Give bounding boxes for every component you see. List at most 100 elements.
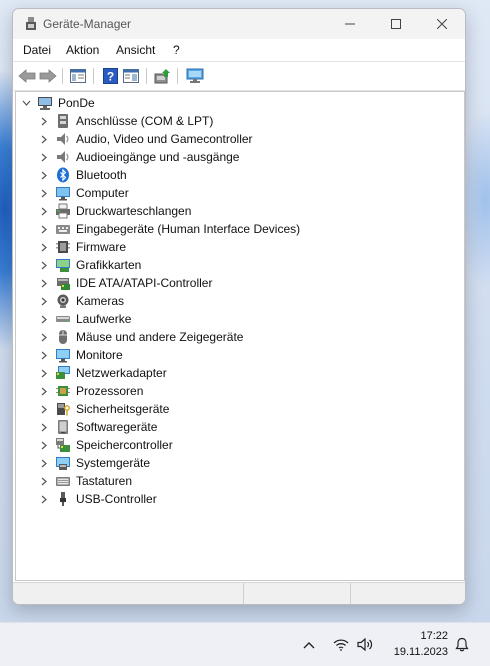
display-adapter-icon — [56, 259, 70, 272]
tree-item[interactable]: Speichercontroller — [16, 436, 456, 454]
action-pane-button[interactable] — [121, 66, 141, 86]
action-pane-icon — [123, 69, 139, 83]
expand-chevron-icon[interactable] — [39, 314, 49, 324]
volume-button[interactable] — [352, 623, 378, 666]
tree-item[interactable]: Bluetooth — [16, 166, 456, 184]
toolbar: ? — [13, 61, 465, 91]
expand-chevron-icon[interactable] — [39, 242, 49, 252]
wifi-button[interactable] — [328, 623, 354, 666]
software-device-icon — [58, 420, 68, 434]
minimize-button[interactable] — [327, 9, 373, 39]
show-hide-console-tree-button[interactable] — [68, 66, 88, 86]
expand-chevron-icon[interactable] — [39, 332, 49, 342]
maximize-button[interactable] — [373, 9, 419, 39]
toolbar-separator — [146, 68, 147, 84]
help-button[interactable]: ? — [100, 66, 120, 86]
expand-chevron-icon[interactable] — [39, 422, 49, 432]
tree-item[interactable]: Eingabegeräte (Human Interface Devices) — [16, 220, 456, 238]
expand-chevron-icon[interactable] — [39, 278, 49, 288]
expand-chevron-icon[interactable] — [39, 386, 49, 396]
expand-chevron-icon[interactable] — [39, 206, 49, 216]
taskbar: 17:22 19.11.2023 — [0, 622, 490, 666]
menu-aktion[interactable]: Aktion — [66, 43, 99, 57]
menu-ansicht[interactable]: Ansicht — [116, 43, 155, 57]
network-adapter-icon — [56, 366, 70, 379]
bell-icon — [455, 637, 469, 652]
tree-root-node[interactable]: PonDe — [16, 94, 456, 112]
tree-item[interactable]: Netzwerkadapter — [16, 364, 456, 382]
tree-item[interactable]: Grafikkarten — [16, 256, 456, 274]
tree-item-label: Audio, Video und Gamecontroller — [76, 132, 253, 146]
expand-chevron-icon[interactable] — [39, 458, 49, 468]
tree-item-label: Softwaregeräte — [76, 420, 158, 434]
expand-chevron-icon[interactable] — [39, 296, 49, 306]
toolbar-separator — [62, 68, 63, 84]
tree-item[interactable]: Prozessoren — [16, 382, 456, 400]
tree-item[interactable]: Laufwerke — [16, 310, 456, 328]
back-arrow-icon — [18, 69, 36, 83]
expand-chevron-icon[interactable] — [39, 404, 49, 414]
tree-item[interactable]: Druckwarteschlangen — [16, 202, 456, 220]
tree-item-label: Firmware — [76, 240, 126, 254]
expand-chevron-icon[interactable] — [39, 476, 49, 486]
expand-chevron-icon[interactable] — [39, 152, 49, 162]
tree-item[interactable]: Mäuse und andere Zeigegeräte — [16, 328, 456, 346]
menu-help[interactable]: ? — [173, 43, 180, 57]
expand-chevron-icon[interactable] — [39, 440, 49, 450]
tree-item-label: Tastaturen — [76, 474, 133, 488]
close-button[interactable] — [419, 9, 465, 39]
usb-icon — [60, 492, 66, 506]
expand-chevron-icon[interactable] — [39, 224, 49, 234]
tree-item-label: Mäuse und andere Zeigegeräte — [76, 330, 244, 344]
tree-item[interactable]: Audio, Video und Gamecontroller — [16, 130, 456, 148]
tree-item[interactable]: Softwaregeräte — [16, 418, 456, 436]
back-button[interactable] — [17, 66, 37, 86]
svg-text:?: ? — [106, 70, 113, 84]
expand-chevron-icon[interactable] — [39, 116, 49, 126]
tree-item-label: Sicherheitsgeräte — [76, 402, 170, 416]
tree-item-label: USB-Controller — [76, 492, 157, 506]
tree-item-label: Eingabegeräte (Human Interface Devices) — [76, 222, 301, 236]
window-title: Geräte-Manager — [43, 17, 132, 31]
title-bar[interactable]: Geräte-Manager — [13, 9, 465, 39]
expand-chevron-icon[interactable] — [39, 134, 49, 144]
console-tree-icon — [70, 69, 86, 83]
mouse-icon — [59, 330, 67, 344]
tree-item[interactable]: Audioeingänge und -ausgänge — [16, 148, 456, 166]
notifications-button[interactable] — [450, 623, 474, 666]
tree-item[interactable]: Kameras — [16, 292, 456, 310]
tree-item[interactable]: Sicherheitsgeräte — [16, 400, 456, 418]
tree-item[interactable]: Tastaturen — [16, 472, 456, 490]
menu-datei[interactable]: Datei — [23, 43, 51, 57]
monitor-icon — [56, 349, 70, 363]
tree-item[interactable]: Computer — [16, 184, 456, 202]
tree-item[interactable]: Systemgeräte — [16, 454, 456, 472]
close-icon — [437, 19, 447, 29]
device-tree[interactable]: PonDe Anschlüsse (COM & LPT) Audio, Video … — [15, 91, 465, 581]
tree-item[interactable]: IDE ATA/ATAPI-Controller — [16, 274, 456, 292]
update-driver-button[interactable] — [153, 66, 173, 86]
tree-item[interactable]: Firmware — [16, 238, 456, 256]
taskbar-clock[interactable]: 17:22 19.11.2023 — [394, 628, 448, 660]
tree-item[interactable]: Anschlüsse (COM & LPT) — [16, 112, 456, 130]
printer-icon — [56, 203, 70, 219]
status-cell-1 — [13, 583, 244, 604]
collapse-chevron-icon[interactable] — [21, 98, 31, 108]
toolbar-separator — [93, 68, 94, 84]
scan-hardware-icon — [186, 68, 204, 83]
toolbar-separator — [177, 68, 178, 84]
forward-arrow-icon — [39, 69, 57, 83]
speaker-icon — [57, 133, 69, 145]
tree-item[interactable]: Monitore — [16, 346, 456, 364]
expand-chevron-icon[interactable] — [39, 260, 49, 270]
scan-hardware-button[interactable] — [185, 66, 205, 86]
expand-chevron-icon[interactable] — [39, 170, 49, 180]
tree-item[interactable]: USB-Controller — [16, 490, 456, 508]
forward-button[interactable] — [38, 66, 58, 86]
port-icon — [58, 114, 68, 128]
expand-chevron-icon[interactable] — [39, 368, 49, 378]
expand-chevron-icon[interactable] — [39, 350, 49, 360]
expand-chevron-icon[interactable] — [39, 494, 49, 504]
expand-chevron-icon[interactable] — [39, 188, 49, 198]
show-hidden-icons-button[interactable] — [296, 623, 322, 666]
